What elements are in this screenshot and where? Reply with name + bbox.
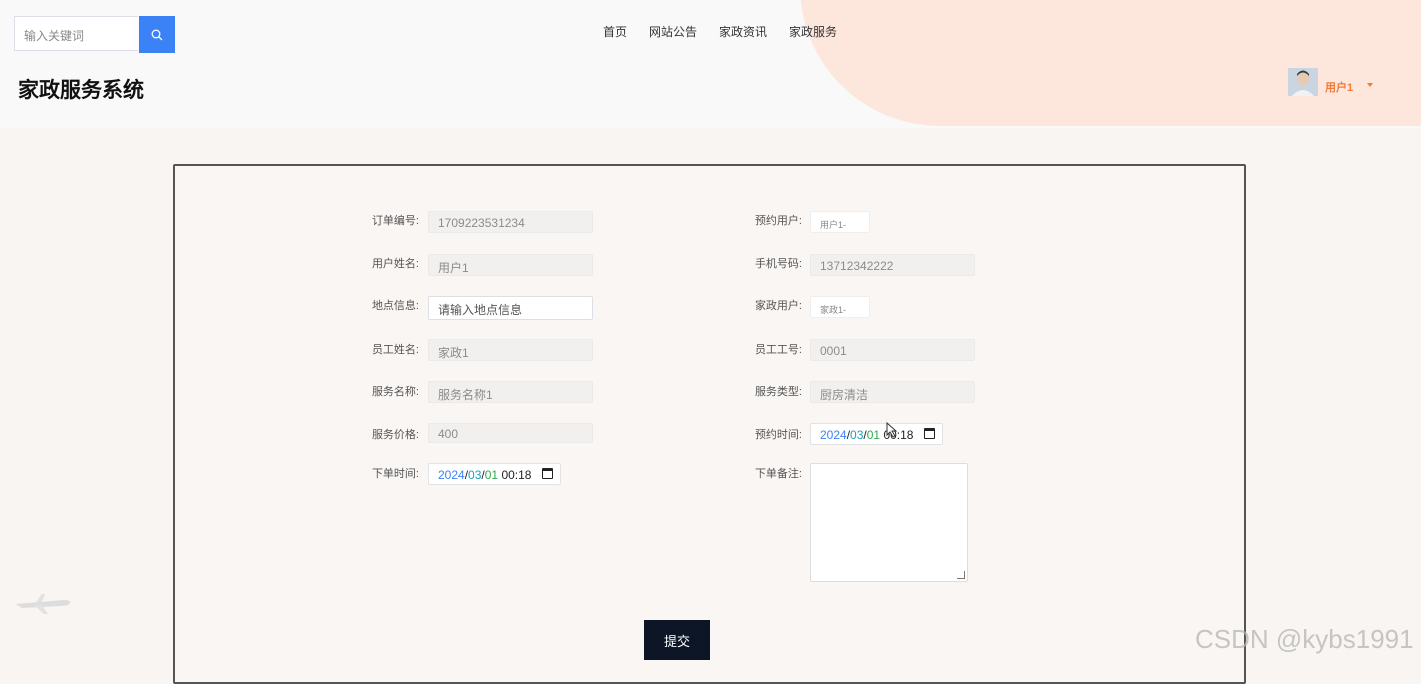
watermark: CSDN @kybs1991 xyxy=(1195,624,1414,654)
booking-user-label: 预约用户: xyxy=(754,215,802,227)
location-label: 地点信息: xyxy=(371,300,419,312)
user-menu[interactable]: 用户1 xyxy=(1325,79,1353,95)
mouse-cursor-icon xyxy=(886,422,898,438)
booking-time-label: 预约时间: xyxy=(754,429,802,441)
service-name-field: 服务名称1 xyxy=(428,381,593,403)
order-year: 2024 xyxy=(438,468,465,482)
avatar[interactable] xyxy=(1288,68,1318,96)
user-name-label: 用户姓名: xyxy=(371,258,419,270)
calendar-icon[interactable] xyxy=(542,468,553,479)
main-nav: 首页 网站公告 家政资讯 家政服务 xyxy=(603,23,859,40)
header: 输入关键词 首页 网站公告 家政资讯 家政服务 家政服务系统 用户1 xyxy=(0,0,1421,128)
search-icon xyxy=(151,29,163,40)
remark-label: 下单备注: xyxy=(754,468,802,480)
order-day: 01 xyxy=(484,468,499,482)
calendar-icon[interactable] xyxy=(924,428,935,439)
order-no-label: 订单编号: xyxy=(371,215,419,227)
housekeeper-user-label: 家政用户: xyxy=(754,300,802,312)
chevron-down-icon[interactable] xyxy=(1367,83,1373,87)
nav-home[interactable]: 首页 xyxy=(603,23,627,40)
housekeeper-user-select[interactable]: 家政1- xyxy=(810,296,870,318)
order-form-panel xyxy=(173,164,1246,684)
location-input[interactable]: 请输入地点信息 xyxy=(428,296,593,320)
booking-month: 03 xyxy=(850,428,864,442)
airplane-icon xyxy=(16,594,71,614)
staff-no-label: 员工工号: xyxy=(754,344,802,356)
remark-textarea[interactable] xyxy=(810,463,968,582)
staff-name-label: 员工姓名: xyxy=(371,344,419,356)
user-name-field: 用户1 xyxy=(428,254,593,276)
staff-name-field: 家政1 xyxy=(428,339,593,361)
resize-handle-icon[interactable] xyxy=(957,571,965,579)
service-type-label: 服务类型: xyxy=(754,386,802,398)
staff-no-field: 0001 xyxy=(810,339,975,361)
service-price-field: 400 xyxy=(428,423,593,443)
service-name-label: 服务名称: xyxy=(371,386,419,398)
order-no-field: 1709223531234 xyxy=(428,211,593,233)
order-time-input[interactable]: 2024/03/01 00:18 xyxy=(428,463,561,485)
order-month: 03 xyxy=(468,468,482,482)
order-time-label: 下单时间: xyxy=(371,468,419,480)
nav-news[interactable]: 家政资讯 xyxy=(719,23,767,40)
phone-field: 13712342222 xyxy=(810,254,975,276)
booking-user-select[interactable]: 用户1- xyxy=(810,211,870,233)
order-clock: 00:18 xyxy=(501,468,532,482)
booking-day: 01 xyxy=(866,428,881,442)
site-title: 家政服务系统 xyxy=(18,79,144,102)
header-decoration xyxy=(800,0,1421,126)
booking-time-input[interactable]: 2024/03/01 00:18 xyxy=(810,423,943,445)
search-input[interactable]: 输入关键词 xyxy=(14,16,138,51)
phone-label: 手机号码: xyxy=(754,258,802,270)
nav-services[interactable]: 家政服务 xyxy=(789,23,837,40)
submit-button[interactable]: 提交 xyxy=(644,620,710,660)
nav-announcements[interactable]: 网站公告 xyxy=(649,23,697,40)
booking-year: 2024 xyxy=(820,428,847,442)
service-price-label: 服务价格: xyxy=(371,429,419,441)
service-type-field: 厨房清洁 xyxy=(810,381,975,403)
search-button[interactable] xyxy=(139,16,175,53)
